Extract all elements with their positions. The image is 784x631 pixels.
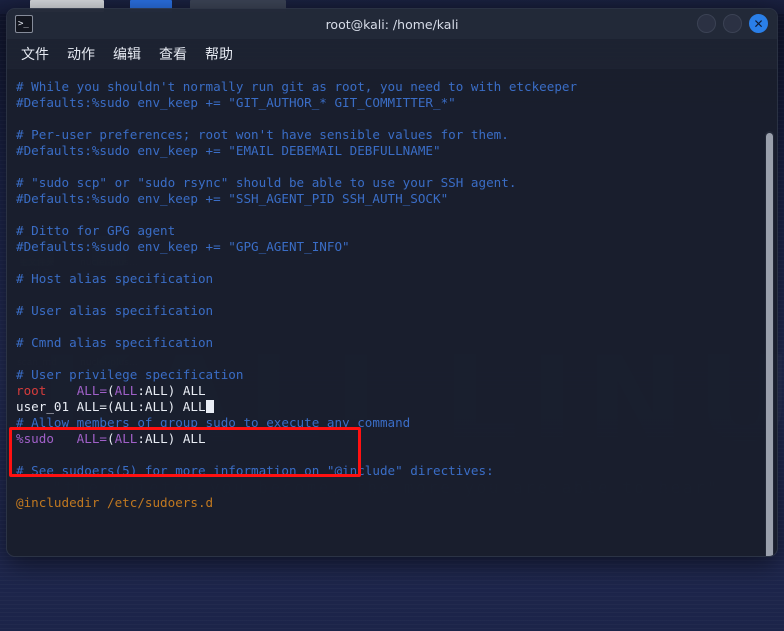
- editor-line: # Cmnd alias specification: [7, 335, 777, 351]
- editor-line: [7, 447, 777, 463]
- editor-text: #Defaults:%sudo env_keep += "SSH_AGENT_P…: [16, 191, 448, 206]
- menu-item-actions[interactable]: 动作: [65, 43, 97, 65]
- maximize-button[interactable]: [723, 14, 742, 33]
- editor-text-area[interactable]: # While you shouldn't normally run git a…: [7, 79, 777, 511]
- editor-line: # Host alias specification: [7, 271, 777, 287]
- terminal-scrollbar[interactable]: [765, 131, 774, 557]
- editor-line: # See sudoers(5) for more information on…: [7, 463, 777, 479]
- editor-text: # See sudoers(5) for more information on…: [16, 463, 494, 478]
- editor-line: # Ditto for GPG agent: [7, 223, 777, 239]
- editor-line: [7, 287, 777, 303]
- editor-text: ALL: [115, 383, 138, 398]
- editor-line: [7, 207, 777, 223]
- editor-line: # User privilege specification: [7, 367, 777, 383]
- editor-line: [7, 479, 777, 495]
- menu-item-view[interactable]: 查看: [157, 43, 189, 65]
- menubar: 文件 动作 编辑 查看 帮助: [7, 39, 777, 69]
- terminal-icon: [15, 15, 33, 33]
- editor-line: root ALL=(ALL:ALL) ALL: [7, 383, 777, 399]
- window-controls: [697, 14, 768, 33]
- editor-line: # Allow members of group sudo to execute…: [7, 415, 777, 431]
- editor-line: [7, 319, 777, 335]
- editor-line: user_01 ALL=(ALL:ALL) ALL: [7, 399, 777, 415]
- editor-text: #Defaults:%sudo env_keep += "GIT_AUTHOR_…: [16, 95, 456, 110]
- editor-text: # User alias specification: [16, 303, 213, 318]
- editor-text: @includedir /etc/sudoers.d: [16, 495, 213, 510]
- editor-text: # Cmnd alias specification: [16, 335, 213, 350]
- text-cursor: [206, 400, 214, 413]
- editor-line: #Defaults:%sudo env_keep += "SSH_AGENT_P…: [7, 191, 777, 207]
- editor-text: user_01 ALL=(ALL:ALL) ALL: [16, 399, 206, 414]
- editor-text: # Ditto for GPG agent: [16, 223, 175, 238]
- scrollbar-thumb[interactable]: [766, 133, 773, 557]
- editor-line: # While you shouldn't normally run git a…: [7, 79, 777, 95]
- editor-text: # Allow members of group sudo to execute…: [16, 415, 410, 430]
- editor-text: (: [107, 431, 115, 446]
- window-titlebar[interactable]: root@kali: /home/kali: [7, 9, 777, 39]
- editor-text: [46, 383, 76, 398]
- editor-line: [7, 255, 777, 271]
- editor-line: @includedir /etc/sudoers.d: [7, 495, 777, 511]
- close-button[interactable]: [749, 14, 768, 33]
- minimize-button[interactable]: [697, 14, 716, 33]
- editor-text: # Host alias specification: [16, 271, 213, 286]
- editor-text: # User privilege specification: [16, 367, 243, 382]
- editor-line: #Defaults:%sudo env_keep += "GIT_AUTHOR_…: [7, 95, 777, 111]
- editor-text: ALL: [77, 431, 100, 446]
- editor-line: # User alias specification: [7, 303, 777, 319]
- editor-text: =: [99, 431, 107, 446]
- editor-line: %sudo ALL=(ALL:ALL) ALL: [7, 431, 777, 447]
- editor-text: ALL: [115, 431, 138, 446]
- editor-text: ALL: [77, 383, 100, 398]
- menu-item-edit[interactable]: 编辑: [111, 43, 143, 65]
- editor-line: [7, 111, 777, 127]
- editor-line: [7, 159, 777, 175]
- editor-text: #Defaults:%sudo env_keep += "EMAIL DEBEM…: [16, 143, 441, 158]
- editor-text: [54, 431, 77, 446]
- menu-item-help[interactable]: 帮助: [203, 43, 235, 65]
- editor-text: :ALL) ALL: [137, 383, 205, 398]
- terminal-output[interactable]: # While you shouldn't normally run git a…: [7, 69, 777, 557]
- menu-item-file[interactable]: 文件: [19, 43, 51, 65]
- editor-text: # Per-user preferences; root won't have …: [16, 127, 509, 142]
- editor-line: #Defaults:%sudo env_keep += "GPG_AGENT_I…: [7, 239, 777, 255]
- editor-text: (: [107, 383, 115, 398]
- window-title: root@kali: /home/kali: [7, 17, 777, 32]
- editor-line: # Per-user preferences; root won't have …: [7, 127, 777, 143]
- editor-text: :ALL) ALL: [137, 431, 205, 446]
- editor-text: #Defaults:%sudo env_keep += "GPG_AGENT_I…: [16, 239, 350, 254]
- editor-text: =: [99, 383, 107, 398]
- terminal-window: root@kali: /home/kali 文件 动作 编辑 查看 帮助 # W…: [6, 8, 778, 557]
- editor-text: # While you shouldn't normally run git a…: [16, 79, 577, 94]
- editor-line: # "sudo scp" or "sudo rsync" should be a…: [7, 175, 777, 191]
- editor-line: [7, 351, 777, 367]
- editor-text: # "sudo scp" or "sudo rsync" should be a…: [16, 175, 516, 190]
- editor-text: %sudo: [16, 431, 54, 446]
- editor-text: root: [16, 383, 46, 398]
- editor-line: #Defaults:%sudo env_keep += "EMAIL DEBEM…: [7, 143, 777, 159]
